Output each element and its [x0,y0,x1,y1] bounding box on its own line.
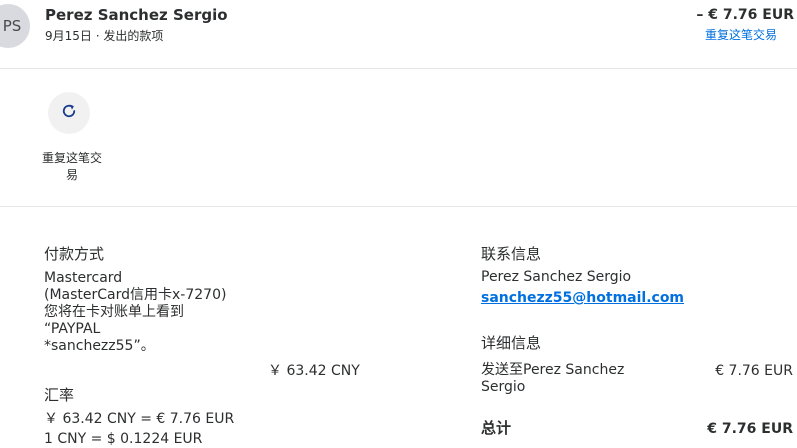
sent-amount: € 7.76 EUR [715,363,793,379]
repeat-transaction-link[interactable]: 重复这笔交易 [705,26,777,43]
total-label: 总计 [481,419,512,437]
sent-to-line: Sergio [481,379,526,395]
divider [0,206,797,207]
transaction-subtitle: 9月15日 · 发出的款项 [45,29,164,43]
payment-method-line: 您将在卡对账单上看到 [44,304,184,320]
payment-method-line: (MasterCard信用卡x-7270) [44,287,227,303]
counterparty-name: Perez Sanchez Sergio [45,6,228,24]
refresh-icon [60,102,78,124]
contact-name: Perez Sanchez Sergio [481,269,632,285]
exchange-rate-line: ￥ 63.42 CNY = € 7.76 EUR [44,411,235,427]
total-amount: € 7.76 EUR [707,421,793,437]
transaction-amount: – € 7.76 EUR [696,7,794,23]
sent-to-line: 发送至Perez Sanchez [481,362,625,378]
payment-method-line: *sanchezz55”。 [44,338,155,354]
avatar: PS [0,4,30,48]
details-heading: 详细信息 [481,334,542,352]
repeat-transaction-button[interactable] [48,92,90,134]
payment-method-heading: 付款方式 [44,245,105,263]
payment-method-line: Mastercard [44,270,123,286]
contact-heading: 联系信息 [481,245,542,263]
payment-amount: ￥ 63.42 CNY [268,363,360,379]
repeat-transaction-label[interactable]: 重复这笔交易 [38,150,106,184]
contact-email-link[interactable]: sanchezz55@hotmail.com [481,290,684,306]
divider [0,68,797,69]
payment-method-details: Mastercard (MasterCard信用卡x-7270) 您将在卡对账单… [44,270,284,355]
payment-method-line: “PAYPAL [44,321,101,337]
exchange-rate-line: 1 CNY = $ 0.1224 EUR [44,431,203,447]
exchange-rate-heading: 汇率 [44,386,75,404]
